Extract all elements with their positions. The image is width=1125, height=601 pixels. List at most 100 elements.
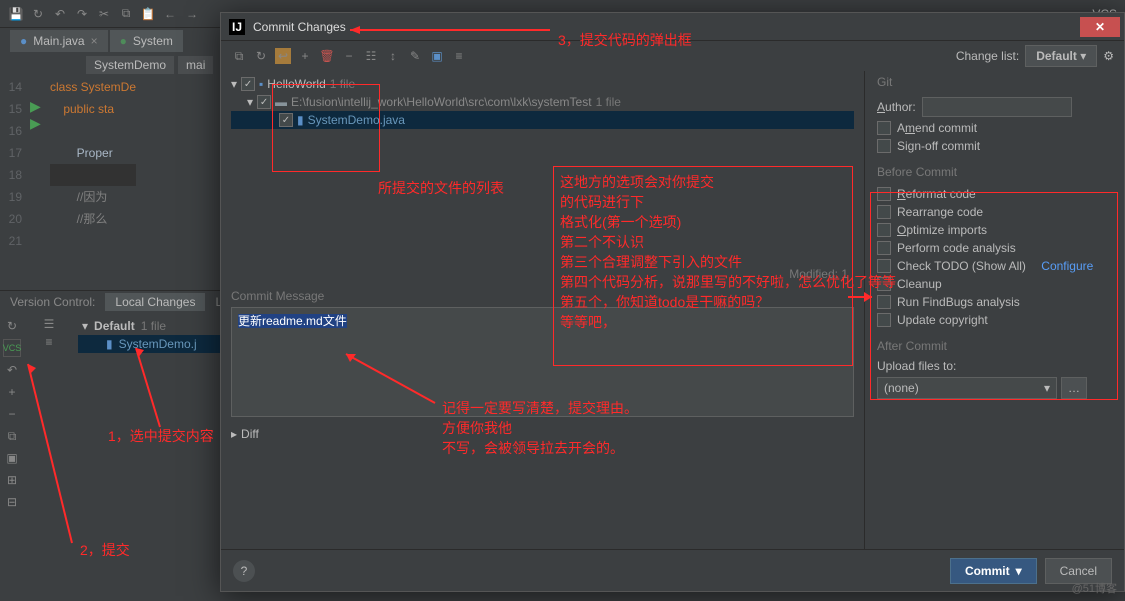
- run-gutter: ▶ ▶: [30, 76, 50, 252]
- chevron-down-icon: ▾: [82, 319, 88, 333]
- checkbox[interactable]: [877, 121, 891, 135]
- checkbox[interactable]: [877, 259, 891, 273]
- group-icon[interactable]: ☷: [363, 49, 379, 63]
- java-icon: ●: [20, 34, 27, 48]
- commit-message-input[interactable]: 更新readme.md文件: [231, 307, 854, 417]
- changelist-name: Default: [94, 319, 135, 333]
- collapse-icon[interactable]: ⊟: [3, 493, 21, 511]
- checkbox[interactable]: [877, 313, 891, 327]
- tab-main-java[interactable]: ● Main.java ×: [10, 30, 108, 52]
- close-icon[interactable]: ×: [91, 34, 98, 48]
- diff-icon[interactable]: ⧉: [3, 427, 21, 445]
- revert-icon[interactable]: ↩: [275, 48, 291, 64]
- chevron-down-icon: ▾: [1044, 381, 1050, 395]
- tab-label: Main.java: [33, 34, 84, 48]
- forward-icon[interactable]: →: [184, 6, 200, 22]
- undo-icon[interactable]: ↶: [52, 6, 68, 22]
- revert-icon[interactable]: ↶: [3, 361, 21, 379]
- save-icon[interactable]: 💾: [8, 6, 24, 22]
- expand-icon[interactable]: ⊞: [3, 471, 21, 489]
- minus-icon[interactable]: −: [341, 49, 357, 63]
- diff-label: Diff: [241, 427, 259, 441]
- flatten-icon[interactable]: ≡: [451, 49, 467, 63]
- redo-icon[interactable]: ↷: [74, 6, 90, 22]
- checkbox[interactable]: [877, 223, 891, 237]
- checkbox[interactable]: [877, 277, 891, 291]
- checkbox[interactable]: [877, 205, 891, 219]
- cleanup-label: Cleanup: [897, 277, 942, 291]
- refresh-icon[interactable]: ↻: [30, 6, 46, 22]
- tab-local-changes[interactable]: Local Changes: [105, 293, 205, 311]
- file-count: 1 file: [330, 77, 355, 91]
- commit-message-label: Commit Message: [231, 289, 854, 303]
- checkbox[interactable]: ✓: [257, 95, 271, 109]
- checkbox[interactable]: [877, 139, 891, 153]
- tree-folder[interactable]: ▾ ✓ ▬ E:\fusion\intellij_work\HelloWorld…: [231, 93, 854, 111]
- upload-label: Upload files to:: [877, 359, 1112, 373]
- chevron-down-icon: ▾: [1016, 564, 1022, 578]
- shelve-icon[interactable]: ▣: [3, 449, 21, 467]
- upload-browse-button[interactable]: …: [1061, 377, 1087, 399]
- copyright-label: Update copyright: [897, 313, 988, 327]
- chevron-down-icon: ▾: [231, 77, 237, 91]
- code-area[interactable]: class SystemDe public sta Proper //因为 //…: [50, 76, 136, 252]
- chevron-right-icon: ▸: [231, 427, 237, 441]
- tab-system[interactable]: ● System: [110, 30, 183, 52]
- settings-icon[interactable]: ⚙: [1103, 49, 1114, 63]
- checkbox[interactable]: [877, 241, 891, 255]
- checkbox[interactable]: [877, 187, 891, 201]
- edit-icon[interactable]: ✎: [407, 49, 423, 63]
- add-icon[interactable]: +: [297, 49, 313, 63]
- folder-icon: ▬: [275, 95, 287, 109]
- change-list-label: Change list:: [956, 49, 1019, 63]
- author-input[interactable]: [922, 97, 1072, 117]
- dialog-toolbar: ⧉ ↻ ↩ + 🗑 − ☷ ↕ ✎ ▣ ≡ Change list: Defau…: [221, 41, 1124, 71]
- refresh-icon[interactable]: ↻: [3, 317, 21, 335]
- signoff-label: Sign-off commit: [897, 139, 980, 153]
- before-commit-title: Before Commit: [877, 165, 1112, 179]
- remove-icon[interactable]: −: [3, 405, 21, 423]
- refresh-icon[interactable]: ↻: [253, 49, 269, 63]
- run-icon[interactable]: ▶: [30, 98, 50, 115]
- diff-section[interactable]: ▸ Diff: [231, 427, 854, 441]
- diff-icon[interactable]: ⧉: [231, 49, 247, 64]
- add-icon[interactable]: +: [3, 383, 21, 401]
- run-icon[interactable]: ▶: [30, 115, 50, 132]
- commit-button[interactable]: Commit▾: [950, 558, 1037, 584]
- rearrange-label: Rearrange code: [897, 205, 983, 219]
- module-icon[interactable]: ▣: [429, 49, 445, 63]
- checkbox[interactable]: ✓: [241, 77, 255, 91]
- checkbox[interactable]: [877, 295, 891, 309]
- delete-icon[interactable]: 🗑: [319, 49, 335, 63]
- chevron-down-icon: ▾: [1080, 49, 1086, 63]
- upload-select[interactable]: (none)▾: [877, 377, 1057, 399]
- commit-icon[interactable]: VCS: [3, 339, 21, 357]
- breadcrumb-class[interactable]: SystemDemo: [86, 56, 174, 74]
- expand-icon[interactable]: ↕: [385, 49, 401, 63]
- tree-root[interactable]: ▾ ✓ ▪ HelloWorld 1 file: [231, 75, 854, 93]
- tree-label: SystemDemo.java: [308, 113, 405, 127]
- copy-icon[interactable]: ⧉: [118, 6, 134, 22]
- modified-count: Modified: 1: [231, 265, 854, 283]
- file-count: 1 file: [596, 95, 621, 109]
- tab-label: System: [133, 34, 173, 48]
- vc-panel-label: Version Control:: [0, 293, 105, 311]
- configure-link[interactable]: Configure: [1041, 259, 1093, 273]
- amend-label: Amend commit: [897, 121, 977, 135]
- reformat-label: Reformat code: [897, 187, 976, 201]
- flatten-icon[interactable]: ≡: [45, 335, 52, 349]
- back-icon[interactable]: ←: [162, 6, 178, 22]
- vc-tree-tools: ☰ ≡: [24, 313, 74, 601]
- breadcrumb-method[interactable]: mai: [178, 56, 213, 74]
- cut-icon[interactable]: ✂: [96, 6, 112, 22]
- dialog-title: Commit Changes: [253, 20, 346, 34]
- checkbox[interactable]: ✓: [279, 113, 293, 127]
- vc-toolbar: ↻ VCS ↶ + − ⧉ ▣ ⊞ ⊟: [0, 313, 24, 601]
- close-button[interactable]: ✕: [1080, 17, 1120, 37]
- tree-file[interactable]: ✓ ▮ SystemDemo.java: [231, 111, 854, 129]
- help-button[interactable]: ?: [233, 560, 255, 582]
- change-list-dropdown[interactable]: Default ▾: [1025, 45, 1097, 67]
- tree-label: HelloWorld: [267, 77, 325, 91]
- paste-icon[interactable]: 📋: [140, 6, 156, 22]
- group-icon[interactable]: ☰: [44, 317, 55, 331]
